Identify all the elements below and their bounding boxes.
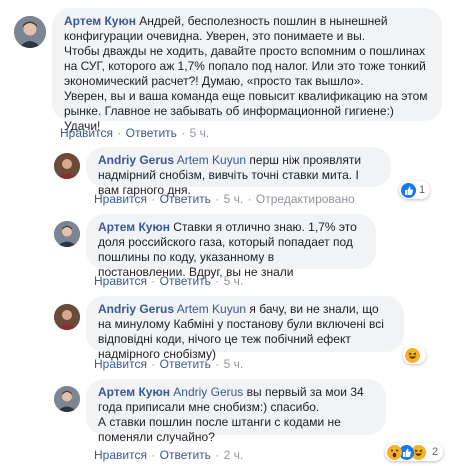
like-button[interactable]: Нравится: [94, 357, 147, 371]
mention-link[interactable]: Artem Kuyun: [177, 153, 246, 167]
like-button[interactable]: Нравится: [60, 126, 113, 140]
comment-actions: Нравится · Ответить · 5 ч.: [94, 274, 243, 288]
separator: ·: [215, 274, 220, 288]
avatar[interactable]: [54, 386, 80, 412]
separator: ·: [181, 126, 186, 140]
mention-link[interactable]: Andriy Gerus: [173, 385, 243, 399]
comment-actions: Нравится · Ответить · 5 ч. · Отредактиро…: [94, 192, 355, 206]
wow-icon: [387, 444, 402, 460]
separator: ·: [247, 192, 252, 206]
separator: ·: [215, 448, 220, 462]
like-button[interactable]: Нравится: [94, 192, 147, 206]
edited-label[interactable]: Отредактировано: [256, 192, 355, 206]
separator: ·: [117, 126, 122, 140]
comment-bubble: Артем Куюн Ставки я отлично знаю. 1,7% э…: [86, 214, 376, 279]
profile-photo: [54, 153, 80, 179]
comment-actions: Нравится · Ответить · 2 ч.: [94, 448, 243, 462]
comment-bubble: Артем Куюн Андрей, бесполезность пошлин …: [52, 8, 442, 133]
reply-button[interactable]: Ответить: [160, 448, 211, 462]
reaction-count: 2: [432, 446, 439, 458]
comment-author[interactable]: Артем Куюн: [98, 385, 170, 399]
comment-actions: Нравится · Ответить · 5 ч.: [94, 357, 243, 371]
comment-bubble: Andriy Gerus Artem Kuyun я бачу, ви не з…: [86, 296, 404, 361]
comment-bubble: Andriy Gerus Artem Kuyun перш ніж проявл…: [86, 147, 391, 197]
separator: ·: [151, 274, 156, 288]
reply-button[interactable]: Ответить: [160, 192, 211, 206]
profile-photo: [54, 221, 80, 247]
avatar[interactable]: [14, 16, 46, 48]
reaction-summary[interactable]: 1: [399, 181, 431, 199]
separator: ·: [215, 192, 220, 206]
like-button[interactable]: Нравится: [94, 274, 147, 288]
comment-timestamp[interactable]: 2 ч.: [224, 448, 244, 462]
reply-button[interactable]: Ответить: [160, 357, 211, 371]
reaction-summary[interactable]: [403, 346, 426, 364]
avatar[interactable]: [54, 304, 80, 330]
separator: ·: [151, 357, 156, 371]
comment-author[interactable]: Артем Куюн: [64, 14, 136, 28]
comment-timestamp[interactable]: 5 ч.: [190, 126, 210, 140]
like-button[interactable]: Нравится: [94, 448, 147, 462]
comment-timestamp[interactable]: 5 ч.: [224, 274, 244, 288]
reply-button[interactable]: Ответить: [160, 274, 211, 288]
avatar[interactable]: [54, 221, 80, 247]
profile-photo: [54, 304, 80, 330]
profile-photo: [54, 386, 80, 412]
like-icon: [401, 182, 416, 198]
comment-author[interactable]: Andriy Gerus: [98, 302, 174, 316]
comment-text: Андрей, бесполезность пошлин в нынешней …: [64, 14, 428, 133]
separator: ·: [151, 192, 156, 206]
comment-timestamp[interactable]: 5 ч.: [224, 192, 244, 206]
reply-button[interactable]: Ответить: [126, 126, 177, 140]
separator: ·: [151, 448, 156, 462]
avatar[interactable]: [54, 153, 80, 179]
comment-author[interactable]: Артем Куюн: [98, 220, 170, 234]
separator: ·: [215, 357, 220, 371]
reaction-summary[interactable]: 2: [385, 443, 444, 461]
haha-icon: [405, 347, 420, 363]
comment-timestamp[interactable]: 5 ч.: [224, 357, 244, 371]
mention-link[interactable]: Artem Kuyun: [177, 302, 246, 316]
reaction-count: 1: [419, 184, 426, 196]
comment-author[interactable]: Andriy Gerus: [98, 153, 174, 167]
comment-actions: Нравится · Ответить · 5 ч.: [60, 126, 209, 140]
comment-bubble: Артем Куюн Andriy Gerus вы первый за мои…: [86, 379, 386, 444]
profile-photo: [14, 16, 46, 48]
